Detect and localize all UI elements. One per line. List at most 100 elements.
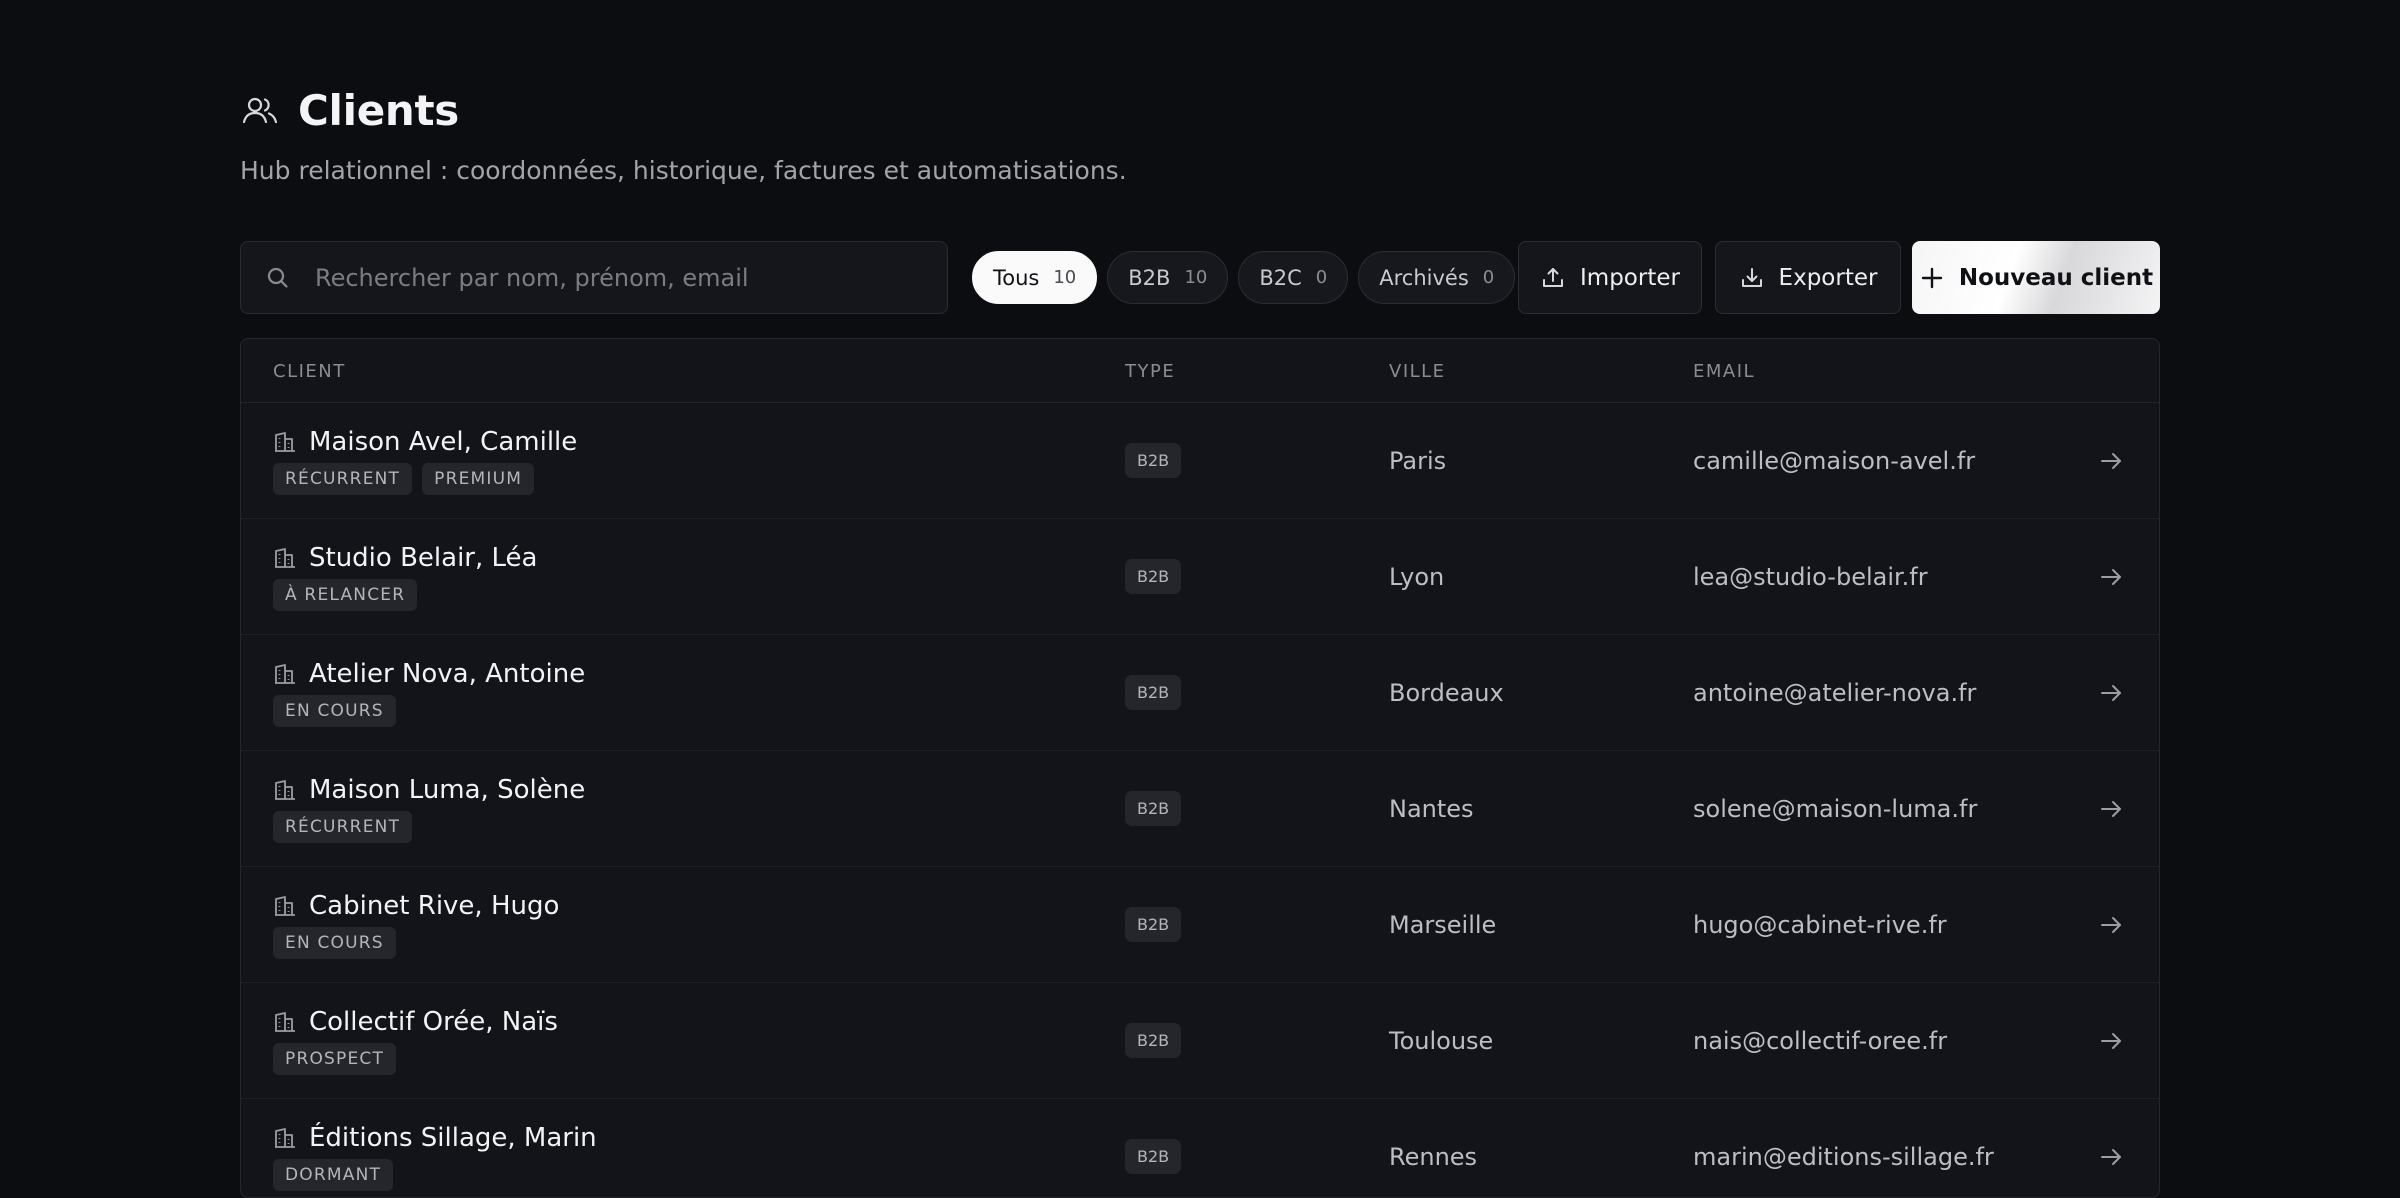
new-client-button[interactable]: Nouveau client — [1912, 241, 2160, 314]
type-badge: B2B — [1125, 675, 1182, 710]
client-tag: RÉCURRENT — [273, 463, 413, 495]
client-name: Maison Luma, Solène — [309, 775, 586, 805]
client-name-line: Collectif Orée, Naïs — [273, 1007, 558, 1037]
filter-chip-label: Tous — [993, 265, 1040, 290]
table-header: CLIENT TYPE VILLE EMAIL — [241, 339, 2159, 403]
arrow-right-icon[interactable] — [2097, 1143, 2125, 1171]
client-email: camille@maison-avel.fr — [1693, 447, 1976, 475]
client-email: lea@studio-belair.fr — [1693, 563, 1928, 591]
filter-chip-count: 10 — [1184, 267, 1208, 288]
client-name-line: Cabinet Rive, Hugo — [273, 891, 559, 921]
client-tag: DORMANT — [273, 1159, 394, 1191]
arrow-right-icon[interactable] — [2097, 679, 2125, 707]
client-tag: PROSPECT — [273, 1043, 397, 1075]
import-button[interactable]: Importer — [1518, 241, 1702, 314]
client-name: Cabinet Rive, Hugo — [309, 891, 560, 921]
client-tags: RÉCURRENT — [273, 811, 413, 843]
arrow-right-icon[interactable] — [2097, 795, 2125, 823]
filter-chip-label: Archivés — [1379, 265, 1469, 290]
column-header-email[interactable]: EMAIL — [1693, 339, 1755, 403]
table-row[interactable]: Éditions Sillage, Marin DORMANT B2B Renn… — [241, 1099, 2159, 1197]
client-name: Maison Avel, Camille — [309, 427, 578, 457]
client-tags: DORMANT — [273, 1159, 394, 1191]
client-city: Bordeaux — [1389, 679, 1504, 707]
client-city: Lyon — [1389, 563, 1445, 591]
arrow-right-icon[interactable] — [2097, 447, 2125, 475]
arrow-right-icon[interactable] — [2097, 911, 2125, 939]
client-tag: EN COURS — [273, 695, 396, 727]
type-badge: B2B — [1125, 1023, 1182, 1058]
client-tags: RÉCURRENT PREMIUM — [273, 463, 535, 495]
search-icon — [265, 265, 291, 291]
filter-chip-label: B2B — [1128, 265, 1171, 290]
new-client-label: Nouveau client — [1958, 264, 2154, 291]
download-icon — [1739, 265, 1765, 291]
client-email: solene@maison-luma.fr — [1693, 795, 1978, 823]
upload-icon — [1540, 265, 1566, 291]
client-tags: À RELANCER — [273, 579, 418, 611]
client-city: Marseille — [1389, 911, 1497, 939]
table-row[interactable]: Cabinet Rive, Hugo EN COURS B2B Marseill… — [241, 867, 2159, 983]
building-icon — [273, 662, 297, 686]
type-badge: B2B — [1125, 791, 1182, 826]
client-tags: EN COURS — [273, 927, 396, 959]
plus-icon — [1919, 265, 1945, 291]
filter-chip-count: 10 — [1053, 267, 1077, 288]
client-name: Collectif Orée, Naïs — [309, 1007, 558, 1037]
client-email: hugo@cabinet-rive.fr — [1693, 911, 1947, 939]
import-label: Importer — [1580, 264, 1680, 291]
export-label: Exporter — [1778, 264, 1878, 291]
page-header: Clients — [240, 86, 459, 135]
client-city: Toulouse — [1389, 1027, 1494, 1055]
building-icon — [273, 546, 297, 570]
table-row[interactable]: Maison Avel, Camille RÉCURRENT PREMIUM B… — [241, 403, 2159, 519]
users-icon — [240, 91, 280, 131]
client-tags: EN COURS — [273, 695, 396, 727]
client-email: marin@editions-sillage.fr — [1693, 1143, 1994, 1171]
type-badge: B2B — [1125, 559, 1182, 594]
table-row[interactable]: Collectif Orée, Naïs PROSPECT B2B Toulou… — [241, 983, 2159, 1099]
client-city: Rennes — [1389, 1143, 1478, 1171]
arrow-right-icon[interactable] — [2097, 1027, 2125, 1055]
table-row[interactable]: Studio Belair, Léa À RELANCER B2B Lyon l… — [241, 519, 2159, 635]
column-header-client[interactable]: CLIENT — [273, 339, 346, 403]
filter-chip-archives[interactable]: Archivés 0 — [1358, 251, 1516, 304]
client-name-line: Atelier Nova, Antoine — [273, 659, 585, 689]
arrow-right-icon[interactable] — [2097, 563, 2125, 591]
building-icon — [273, 778, 297, 802]
filter-chip-b2c[interactable]: B2C 0 — [1238, 251, 1349, 304]
client-name-line: Studio Belair, Léa — [273, 543, 537, 573]
page-title: Clients — [298, 86, 459, 135]
client-name: Éditions Sillage, Marin — [309, 1123, 597, 1153]
filter-chip-label: B2C — [1259, 265, 1302, 290]
page-subtitle: Hub relationnel : coordonnées, historiqu… — [240, 156, 1127, 185]
client-name-line: Maison Avel, Camille — [273, 427, 577, 457]
table-row[interactable]: Maison Luma, Solène RÉCURRENT B2B Nantes… — [241, 751, 2159, 867]
filter-chip-count: 0 — [1482, 267, 1495, 288]
client-tag: EN COURS — [273, 927, 396, 959]
client-name: Atelier Nova, Antoine — [309, 659, 586, 689]
building-icon — [273, 430, 297, 454]
client-email: antoine@atelier-nova.fr — [1693, 679, 1977, 707]
building-icon — [273, 1010, 297, 1034]
client-email: nais@collectif-oree.fr — [1693, 1027, 1948, 1055]
filter-chip-b2b[interactable]: B2B 10 — [1107, 251, 1229, 304]
column-header-city[interactable]: VILLE — [1389, 339, 1446, 403]
filter-chip-tous[interactable]: Tous 10 — [972, 251, 1098, 304]
export-button[interactable]: Exporter — [1715, 241, 1901, 314]
client-city: Paris — [1389, 447, 1447, 475]
search-box[interactable] — [240, 241, 948, 314]
client-name-line: Maison Luma, Solène — [273, 775, 585, 805]
column-header-type[interactable]: TYPE — [1125, 339, 1175, 403]
client-tag: RÉCURRENT — [273, 811, 413, 843]
table-row[interactable]: Atelier Nova, Antoine EN COURS B2B Borde… — [241, 635, 2159, 751]
client-name-line: Éditions Sillage, Marin — [273, 1123, 597, 1153]
search-input[interactable] — [315, 263, 915, 292]
filter-chip-count: 0 — [1315, 267, 1328, 288]
toolbar: Tous 10 B2B 10 B2C 0 Archivés 0 — [240, 241, 2160, 314]
client-tag: À RELANCER — [273, 579, 418, 611]
clients-table: CLIENT TYPE VILLE EMAIL Maison Avel, Cam… — [240, 338, 2160, 1198]
type-badge: B2B — [1125, 907, 1182, 942]
client-city: Nantes — [1389, 795, 1474, 823]
type-badge: B2B — [1125, 443, 1182, 478]
